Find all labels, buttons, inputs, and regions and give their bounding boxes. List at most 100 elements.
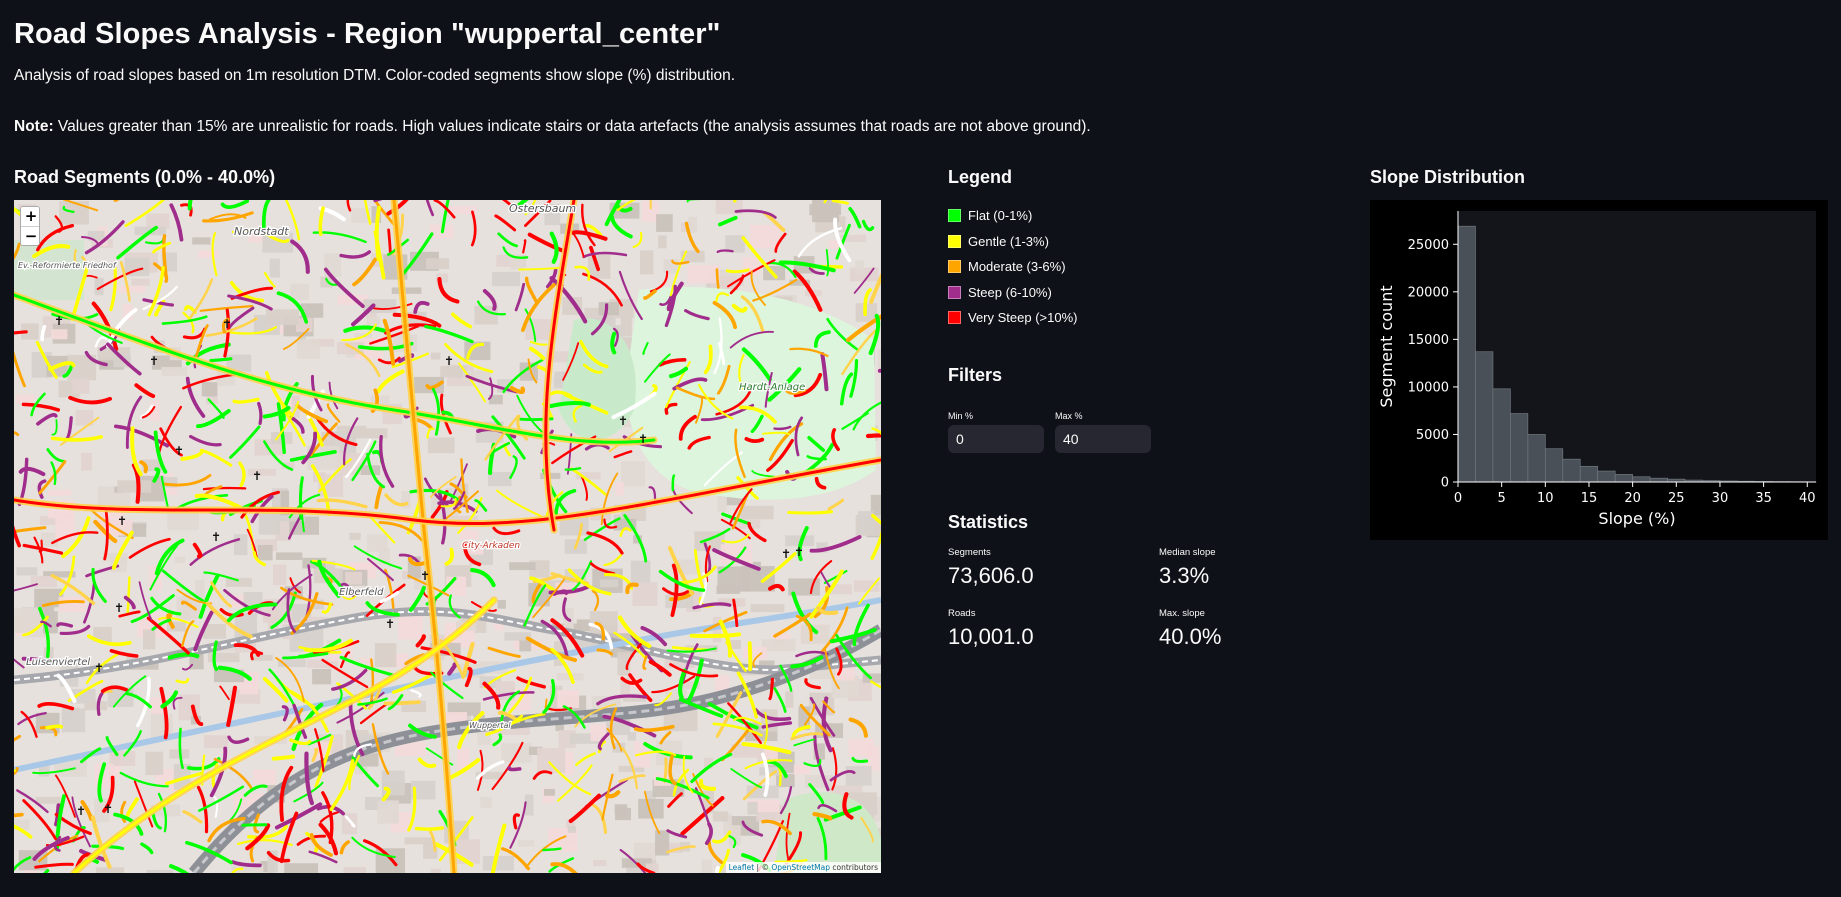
zoom-control: + −: [20, 206, 40, 246]
map-block: [381, 770, 405, 796]
map-block: [537, 747, 566, 773]
map-block: [615, 807, 631, 821]
roads-label: Roads: [948, 608, 976, 619]
church-icon: ✝: [174, 444, 184, 458]
max-slope-input[interactable]: [1055, 425, 1151, 453]
road-segment[interactable]: [209, 357, 233, 363]
church-icon: ✝: [103, 802, 113, 816]
map-block: [349, 532, 361, 541]
church-icon: ✝: [54, 314, 64, 328]
zoom-in-button[interactable]: +: [21, 207, 39, 226]
map-block: [640, 250, 654, 275]
attribution-contributors: contributors: [830, 863, 878, 872]
y-tick-label: 0: [1441, 476, 1449, 491]
road-segment[interactable]: [202, 486, 247, 491]
map-block: [716, 585, 741, 594]
road-segment[interactable]: [126, 576, 131, 614]
road-segment[interactable]: [507, 766, 522, 772]
filters-title: Filters: [948, 365, 1003, 385]
legend-label: Gentle (1-3%): [968, 233, 1049, 249]
legend-item-flat: Flat (0-1%): [948, 203, 1077, 229]
segments-label: Segments: [948, 547, 991, 558]
leaflet-link[interactable]: Leaflet: [729, 863, 755, 872]
map-attribution: Leaflet | © OpenStreetMap contributors: [725, 862, 881, 873]
map-place-label: Elberfeld: [339, 587, 384, 598]
map-block: [544, 788, 555, 796]
map-block: [800, 624, 830, 645]
road-segment[interactable]: [271, 754, 296, 761]
church-icon: ✝: [618, 414, 628, 428]
road-segment[interactable]: [414, 826, 444, 831]
map-block: [593, 859, 607, 867]
map-block: [855, 260, 864, 275]
legend-swatch: [948, 260, 961, 274]
road-segment[interactable]: [671, 474, 676, 492]
church-icon: ✝: [114, 601, 124, 615]
legend-swatch: [948, 209, 961, 223]
road-segment[interactable]: [715, 268, 720, 289]
x-tick-label: 35: [1755, 491, 1772, 506]
min-label: Min %: [948, 411, 974, 421]
map-block: [225, 577, 253, 587]
page-note: Note: Values greater than 15% are unreal…: [14, 118, 1091, 136]
histogram-bar: [1475, 351, 1494, 483]
road-segment[interactable]: [542, 847, 562, 852]
map-block: [58, 596, 87, 612]
legend: Flat (0-1%) Gentle (1-3%) Moderate (3-6%…: [948, 203, 1077, 331]
road-segment[interactable]: [714, 865, 720, 873]
road-segment[interactable]: [383, 700, 421, 706]
map-block: [740, 505, 774, 520]
map-block: [598, 302, 619, 316]
road-segment[interactable]: [374, 205, 381, 262]
x-tick-label: 20: [1624, 491, 1641, 506]
road-segment[interactable]: [747, 641, 753, 672]
legend-swatch: [948, 234, 961, 248]
map-block: [656, 214, 673, 232]
legend-item-moderate: Moderate (3-6%): [948, 254, 1077, 280]
map-block: [131, 278, 150, 286]
histogram-bar: [1614, 474, 1633, 483]
map-block: [398, 614, 423, 640]
max-slope-label: Max. slope: [1159, 608, 1205, 619]
y-tick-label: 10000: [1408, 380, 1449, 395]
histogram-bar: [1562, 458, 1581, 483]
map-block: [377, 800, 399, 824]
histogram-bar: [1632, 476, 1651, 483]
map-block: [16, 567, 38, 576]
church-icon: ✝: [638, 432, 648, 446]
note-label: Note:: [14, 118, 54, 135]
map-block: [284, 863, 319, 873]
map-block: [430, 868, 441, 873]
legend-item-very-steep: Very Steep (>10%): [948, 305, 1077, 331]
road-segment[interactable]: [387, 228, 392, 255]
road-segment[interactable]: [610, 331, 617, 355]
map-block: [345, 571, 362, 585]
road-segment[interactable]: [744, 437, 765, 444]
roads-value: 10,001.0: [948, 624, 1034, 649]
road-map[interactable]: Nordstadt Ostersbaum Hardt-Anlage Elberfeld…: [14, 200, 881, 873]
map-block: [877, 349, 881, 369]
road-segment[interactable]: [663, 757, 668, 783]
road-segment[interactable]: [241, 823, 268, 827]
road-segment[interactable]: [45, 724, 63, 730]
map-block: [426, 258, 450, 269]
attribution-separator: | ©: [754, 863, 772, 872]
map-tiles[interactable]: Nordstadt Ostersbaum Hardt-Anlage Elberfeld…: [14, 200, 881, 873]
road-segment[interactable]: [689, 632, 742, 639]
map-block: [84, 701, 108, 711]
map-block: [252, 769, 277, 785]
map-block: [747, 801, 758, 815]
osm-link[interactable]: OpenStreetMap: [771, 863, 830, 872]
min-slope-input[interactable]: [948, 425, 1044, 453]
map-block: [258, 511, 281, 535]
y-tick-label: 25000: [1408, 238, 1449, 253]
map-block: [518, 840, 535, 847]
road-segment[interactable]: [787, 510, 834, 515]
zoom-out-button[interactable]: −: [21, 226, 39, 245]
histogram-bar: [1510, 413, 1529, 483]
map-block: [509, 562, 536, 571]
slope-histogram: 0 5 10 15 20 25 30 35 40 0 5000 10000 15000 20000 2500…: [1370, 200, 1828, 540]
y-tick-label: 15000: [1408, 333, 1449, 348]
road-segment[interactable]: [14, 769, 17, 773]
legend-label: Moderate (3-6%): [968, 259, 1066, 275]
